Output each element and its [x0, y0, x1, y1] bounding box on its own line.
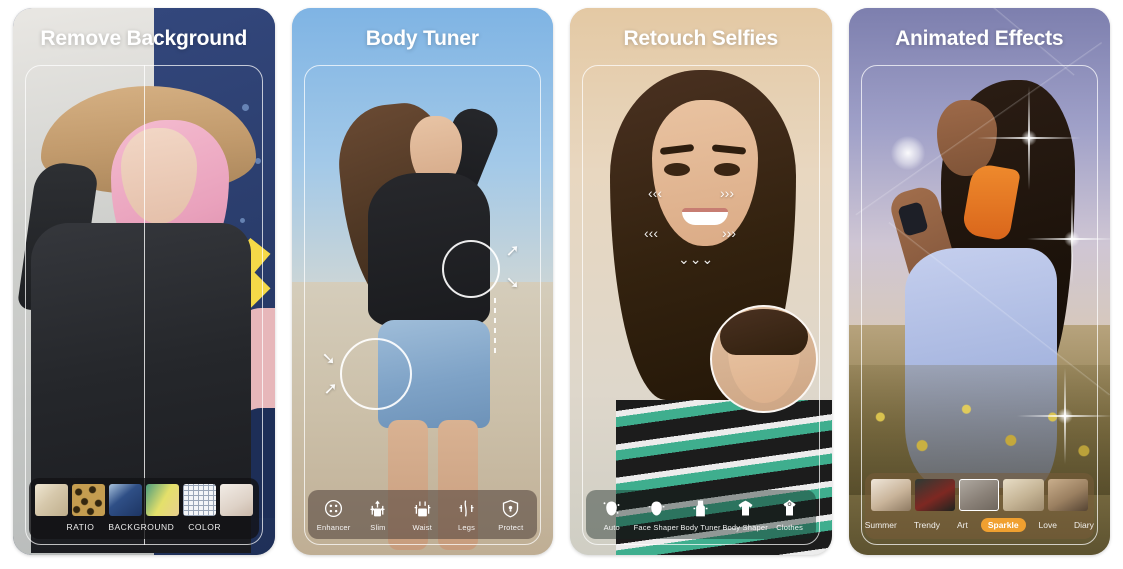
waist-icon [412, 498, 433, 519]
tool-label: Legs [458, 523, 476, 532]
tool-body-tuner[interactable]: Body Tuner [679, 498, 723, 532]
tool-label: Body Tuner [680, 523, 721, 532]
thumbnail-pale-neutral[interactable] [219, 484, 253, 516]
tool-body-shaper[interactable]: Body Shaper [722, 498, 768, 532]
panel-title: Remove Background [40, 27, 248, 50]
mode-label-ratio[interactable]: RATIO [66, 522, 94, 532]
tool-clothes[interactable]: Clothes [768, 498, 812, 532]
mode-label-row[interactable]: RATIO BACKGROUND COLOR [29, 518, 259, 539]
screenshot-gallery: Remove Background RATIO BACKGROUND COLOR [0, 0, 1123, 569]
thumbnail-leopard-print[interactable] [71, 484, 105, 516]
retouch-arrow-left-jaw: ‹‹‹ [644, 225, 658, 241]
panel-remove-background[interactable]: Remove Background RATIO BACKGROUND COLOR [13, 8, 275, 555]
tool-label: Auto [603, 523, 620, 532]
toolbar-body-tuner[interactable]: Enhancer Slim Waist Legs Protect [307, 490, 538, 539]
toolbar-animated-effects[interactable]: Summer Trendy Art Sparkle Love Diary [864, 473, 1095, 539]
arrow-bust-down: ➘ [505, 273, 520, 292]
face-shaper-icon [646, 498, 667, 519]
before-after-split-line[interactable] [143, 65, 146, 545]
tool-row-body-tuner[interactable]: Enhancer Slim Waist Legs Protect [308, 490, 538, 539]
tool-row-retouch[interactable]: Auto Face Shaper Body Tuner Body Shaper … [586, 490, 816, 539]
photo-retouch-selfies [570, 8, 832, 555]
effect-thumbnail-strip[interactable] [865, 473, 1095, 513]
adjust-circle-bust[interactable] [441, 240, 500, 298]
tool-label: Protect [498, 523, 524, 532]
background-thumbnail-strip[interactable] [29, 478, 259, 518]
toolbar-retouch-selfies[interactable]: Auto Face Shaper Body Tuner Body Shaper … [586, 490, 816, 539]
auto-face-icon [601, 498, 622, 519]
thumbnail-white-grid[interactable] [182, 484, 216, 516]
thumbnail-effect-portrait[interactable] [1047, 479, 1088, 511]
tool-label: Waist [412, 523, 432, 532]
body-shaper-icon [735, 498, 756, 519]
tool-label: Enhancer [316, 523, 351, 532]
tool-auto[interactable]: Auto [590, 498, 634, 532]
legs-icon [456, 498, 477, 519]
toolbar-remove-background[interactable]: RATIO BACKGROUND COLOR [29, 478, 259, 539]
arrow-hip-left-up: ➘ [321, 349, 336, 368]
thumbnail-effect-bride[interactable] [870, 479, 911, 511]
tool-waist[interactable]: Waist [400, 498, 444, 532]
retouch-arrow-right-cheek: ››› [720, 185, 734, 201]
retouch-arrow-left-cheek: ‹‹‹ [648, 185, 662, 201]
retouch-arrow-right-jaw: ››› [722, 225, 736, 241]
panel-header-body-tuner: Body Tuner [292, 8, 554, 70]
tab-sparkle[interactable]: Sparkle [980, 518, 1026, 532]
thumbnail-effect-red-flower[interactable] [914, 479, 956, 511]
panel-title: Animated Effects [895, 27, 1064, 50]
enhancer-icon [323, 498, 344, 519]
mode-label-color[interactable]: COLOR [188, 522, 221, 532]
tool-label: Clothes [776, 523, 804, 532]
tool-label: Face Shaper [633, 523, 679, 532]
tab-diary[interactable]: Diary [1070, 518, 1098, 532]
arrow-hip-left-down: ➚ [323, 379, 338, 398]
protect-shield-icon [500, 498, 521, 519]
panel-animated-effects[interactable]: Animated Effects Summer Trendy Art Spark… [848, 8, 1111, 555]
thumbnail-yellow-green-art[interactable] [145, 484, 179, 516]
tab-art[interactable]: Art [953, 518, 972, 532]
arrow-bust-up: ➚ [505, 241, 520, 260]
thumbnail-blue-abstract[interactable] [108, 484, 142, 516]
panel-title: Retouch Selfies [623, 27, 779, 50]
clothes-icon [779, 498, 800, 519]
tab-love[interactable]: Love [1035, 518, 1061, 532]
tool-label: Body Shaper [722, 523, 768, 532]
slim-icon [367, 498, 388, 519]
panel-title: Body Tuner [365, 27, 479, 50]
tool-label: Slim [370, 523, 386, 532]
tab-summer[interactable]: Summer [861, 518, 901, 532]
panel-retouch-selfies[interactable]: ‹‹‹ ››› ‹‹‹ ››› ⌄⌄⌄ Retouch Selfies Auto… [570, 8, 832, 555]
retouch-arrow-chin: ⌄⌄⌄ [678, 251, 714, 267]
panel-header-animated-effects: Animated Effects [849, 8, 1111, 70]
mode-label-background[interactable]: BACKGROUND [108, 522, 174, 532]
thumbnail-effect-window-light[interactable] [1003, 479, 1044, 511]
thumbnail-effect-sparkle[interactable] [959, 479, 1000, 511]
panel-header-retouch-selfies: Retouch Selfies [570, 8, 832, 70]
tool-protect[interactable]: Protect [489, 498, 533, 532]
panel-header-remove-background: Remove Background [13, 8, 275, 70]
tool-legs[interactable]: Legs [444, 498, 488, 532]
tool-face-shaper[interactable]: Face Shaper [634, 498, 679, 532]
tool-enhancer[interactable]: Enhancer [312, 498, 356, 532]
body-tuner-icon [690, 498, 711, 519]
adjust-circle-hip[interactable] [339, 338, 412, 410]
dashed-waist-guide [493, 298, 496, 356]
tool-slim[interactable]: Slim [356, 498, 400, 532]
thumbnail-collage-beige[interactable] [35, 484, 68, 516]
effect-category-tabs[interactable]: Summer Trendy Art Sparkle Love Diary [865, 513, 1095, 539]
panel-body-tuner[interactable]: ➚ ➘ ➘ ➚ Body Tuner Enhancer Slim Waist L… [291, 8, 554, 555]
tab-trendy[interactable]: Trendy [910, 518, 944, 532]
retouch-preview-bubble[interactable] [709, 305, 818, 413]
